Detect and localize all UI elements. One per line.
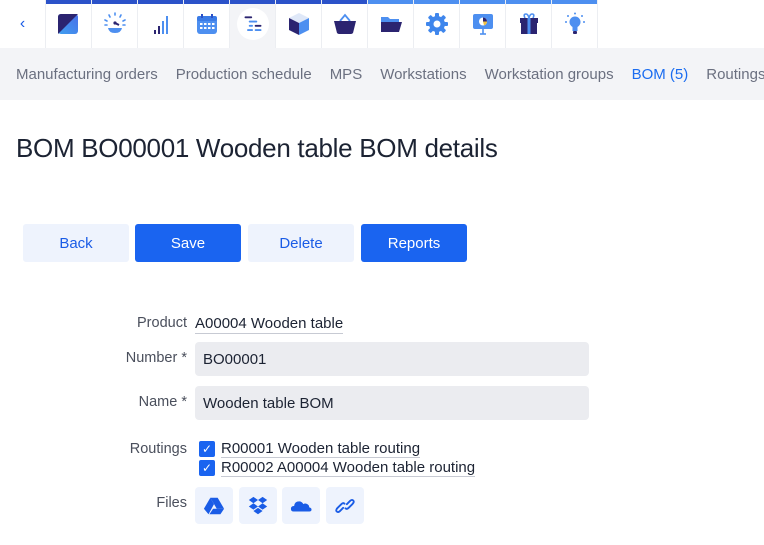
- folder-icon: [380, 17, 402, 32]
- app-calendar[interactable]: [184, 0, 230, 48]
- gear-icon: [425, 13, 448, 35]
- page-title: BOM BO00001 Wooden table BOM details: [16, 133, 498, 163]
- chevron-left-icon: ‹: [19, 15, 26, 32]
- routing-checkbox[interactable]: ✓: [199, 460, 215, 476]
- app-presentation[interactable]: [460, 0, 506, 48]
- subnav-routings[interactable]: Routings: [706, 66, 764, 83]
- routing-item: ✓ R00002 A00004 Wooden table routing: [199, 459, 476, 477]
- app-ideas[interactable]: [552, 0, 598, 48]
- files-label: Files: [156, 495, 187, 511]
- speedometer-icon: [103, 12, 126, 33]
- signal-bars-icon: [153, 16, 168, 34]
- product-link[interactable]: A00004 Wooden table: [195, 315, 344, 334]
- routings-label: Routings: [129, 441, 187, 457]
- delete-button[interactable]: Delete: [248, 224, 354, 262]
- app-gift[interactable]: [506, 0, 552, 48]
- app-inventory[interactable]: [276, 0, 322, 48]
- back-nav-button[interactable]: ‹: [0, 0, 46, 48]
- app-switcher-bar: ‹: [0, 0, 764, 48]
- app-reports[interactable]: [138, 0, 184, 48]
- cube-icon: [288, 13, 309, 35]
- dropbox-icon: [248, 496, 268, 514]
- subnav-bom[interactable]: BOM (5): [632, 66, 689, 83]
- save-button[interactable]: Save: [135, 224, 241, 262]
- onedrive-button[interactable]: [282, 487, 320, 524]
- app-settings[interactable]: [414, 0, 460, 48]
- onedrive-icon: [290, 500, 312, 511]
- name-input[interactable]: Wooden table BOM: [195, 386, 589, 420]
- app-dashboard[interactable]: [46, 0, 92, 48]
- dropbox-button[interactable]: [239, 487, 277, 524]
- app-purchasing[interactable]: [322, 0, 368, 48]
- back-button[interactable]: Back: [23, 224, 129, 262]
- app-gauge[interactable]: [92, 0, 138, 48]
- routing-item: ✓ R00001 Wooden table routing: [199, 440, 421, 458]
- name-label: Name *: [138, 394, 187, 410]
- subnav-workstations[interactable]: Workstations: [380, 66, 466, 83]
- routing-link[interactable]: R00001 Wooden table routing: [221, 440, 421, 458]
- app-files[interactable]: [368, 0, 414, 48]
- subnav-manufacturing-orders[interactable]: Manufacturing orders: [16, 66, 158, 83]
- basket-icon: [333, 13, 356, 34]
- reports-button[interactable]: Reports: [361, 224, 467, 262]
- link-icon: [335, 498, 355, 513]
- product-label: Product: [137, 315, 187, 331]
- routing-link[interactable]: R00002 A00004 Wooden table routing: [221, 459, 476, 477]
- number-label: Number *: [125, 350, 187, 366]
- checkmark-icon: ✓: [201, 461, 213, 475]
- lightbulb-icon: [564, 12, 585, 34]
- module-subnav: Manufacturing orders Production schedule…: [0, 48, 764, 100]
- subnav-production-schedule[interactable]: Production schedule: [176, 66, 312, 83]
- number-input[interactable]: BO00001: [195, 342, 589, 376]
- google-drive-icon: [203, 497, 225, 514]
- gift-icon: [519, 13, 538, 34]
- presentation-chart-icon: [472, 14, 493, 35]
- gantt-icon: [244, 16, 261, 31]
- google-drive-button[interactable]: [195, 487, 233, 524]
- link-button[interactable]: [326, 487, 364, 524]
- calendar-icon: [196, 14, 217, 34]
- square-diagonal-icon: [57, 14, 78, 34]
- subnav-mps[interactable]: MPS: [330, 66, 363, 83]
- routing-checkbox[interactable]: ✓: [199, 441, 215, 457]
- subnav-workstation-groups[interactable]: Workstation groups: [485, 66, 614, 83]
- app-production[interactable]: [230, 0, 276, 48]
- checkmark-icon: ✓: [201, 442, 213, 456]
